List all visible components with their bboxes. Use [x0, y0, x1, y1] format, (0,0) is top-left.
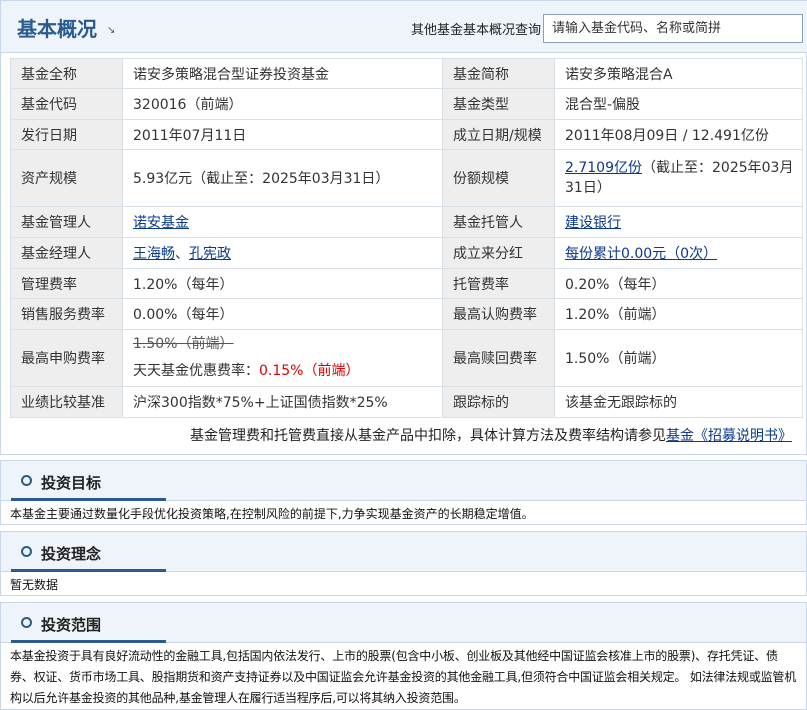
table-row: 最高申购费率 1.50%（前端） 天天基金优惠费率：0.15%（前端） 最高赎回…	[10, 329, 803, 387]
table-row: 基金经理人 王海畅、孔宪政 成立来分红 每份累计0.00元（0次）	[10, 237, 803, 269]
custodian-link[interactable]: 建设银行	[565, 215, 621, 231]
asset-size-value: 5.93亿元（截止至：2025年03月31日）	[122, 149, 443, 207]
fund-manager-link-2[interactable]: 孔宪政	[189, 246, 231, 262]
section-investment-objective: 投资目标 本基金主要通过数量化手段优化投资策略,在控制风险的前提下,力争实现基金…	[0, 460, 807, 525]
section-underline	[11, 640, 166, 643]
sales-fee-label: 销售服务费率	[10, 298, 123, 330]
custody-fee-label: 托管费率	[442, 268, 555, 299]
manager-company-link[interactable]: 诺安基金	[133, 215, 189, 231]
table-row: 基金全称 诺安多策略混合型证券投资基金 基金简称 诺安多策略混合A	[10, 58, 803, 89]
section-investment-philosophy: 投资理念 暂无数据	[0, 531, 807, 596]
panel-header: 基本概况 ↘ 其他基金基本概况查询：	[1, 1, 807, 53]
max-redemption-value: 1.50%（前端）	[554, 329, 803, 387]
manager-company-label: 基金管理人	[10, 206, 123, 238]
circle-bullet-icon	[21, 617, 32, 628]
benchmark-label: 业绩比较基准	[10, 386, 123, 418]
share-size-label: 份额规模	[442, 149, 555, 207]
tracking-value: 该基金无跟踪标的	[554, 386, 803, 418]
establish-label: 成立日期/规模	[442, 119, 555, 150]
short-name-label: 基金简称	[442, 58, 555, 89]
max-purchase-original: 1.50%（前端）	[133, 336, 234, 352]
section-body: 本基金投资于具有良好流动性的金融工具,包括国内依法发行、上市的股票(包含中小板、…	[10, 649, 797, 705]
table-row: 发行日期 2011年07月11日 成立日期/规模 2011年08月09日 / 1…	[10, 119, 803, 150]
share-size-value: 2.7109亿份（截止至：2025年03月31日）	[554, 149, 803, 207]
management-fee-value: 1.20%（每年）	[122, 268, 443, 299]
issue-date-label: 发行日期	[10, 119, 123, 150]
table-row: 业绩比较基准 沪深300指数*75%+上证国债指数*25% 跟踪标的 该基金无跟…	[10, 386, 803, 418]
code-label: 基金代码	[10, 88, 123, 120]
max-subscription-value: 1.20%（前端）	[554, 298, 803, 330]
section-header: 投资范围	[1, 603, 806, 643]
fund-manager-link-1[interactable]: 王海畅	[133, 246, 175, 262]
establish-value: 2011年08月09日 / 12.491亿份	[554, 119, 803, 150]
table-row: 销售服务费率 0.00%（每年） 最高认购费率 1.20%（前端）	[10, 298, 803, 330]
section-underline	[11, 498, 166, 501]
sales-fee-value: 0.00%（每年）	[122, 298, 443, 330]
benchmark-value: 沪深300指数*75%+上证国债指数*25%	[122, 386, 443, 418]
share-size-link[interactable]: 2.7109亿份	[565, 160, 642, 176]
max-purchase-label: 最高申购费率	[10, 329, 123, 387]
tracking-label: 跟踪标的	[442, 386, 555, 418]
circle-bullet-icon	[21, 475, 32, 486]
section-header: 投资理念	[1, 532, 806, 572]
full-name-label: 基金全称	[10, 58, 123, 89]
section-title: 投资目标	[41, 474, 102, 492]
expand-arrow-icon[interactable]: ↘	[107, 25, 115, 36]
fee-note-text: 基金管理费和托管费直接从基金产品中扣除，具体计算方法及费率结构请参见	[190, 428, 666, 444]
discount-rate: 0.15%（前端）	[259, 363, 360, 379]
custody-fee-value: 0.20%（每年）	[554, 268, 803, 299]
max-redemption-label: 最高赎回费率	[442, 329, 555, 387]
custodian-label: 基金托管人	[442, 206, 555, 238]
table-row: 基金代码 320016（前端） 基金类型 混合型-偏股	[10, 88, 803, 120]
custodian-cell: 建设银行	[554, 206, 803, 238]
table-row: 管理费率 1.20%（每年） 托管费率 0.20%（每年）	[10, 268, 803, 299]
section-header: 投资目标	[1, 461, 806, 501]
table-row: 资产规模 5.93亿元（截止至：2025年03月31日） 份额规模 2.7109…	[10, 149, 803, 207]
page-title: 基本概况	[17, 17, 97, 41]
search-label: 其他基金基本概况查询：	[411, 23, 555, 38]
fee-note: 基金管理费和托管费直接从基金产品中扣除，具体计算方法及费率结构请参见基金《招募说…	[190, 425, 792, 445]
section-underline	[11, 569, 166, 572]
fund-search-input[interactable]	[543, 14, 803, 43]
max-subscription-label: 最高认购费率	[442, 298, 555, 330]
fund-info-table: 基金全称 诺安多策略混合型证券投资基金 基金简称 诺安多策略混合A 基金代码 3…	[10, 58, 803, 418]
issue-date-value: 2011年07月11日	[122, 119, 443, 150]
dividend-link[interactable]: 每份累计0.00元（0次）	[565, 246, 717, 262]
manager-company-cell: 诺安基金	[122, 206, 443, 238]
type-value: 混合型-偏股	[554, 88, 803, 120]
section-title: 投资范围	[41, 616, 102, 634]
section-investment-scope: 投资范围 本基金投资于具有良好流动性的金融工具,包括国内依法发行、上市的股票(包…	[0, 602, 807, 710]
management-fee-label: 管理费率	[10, 268, 123, 299]
prospectus-link[interactable]: 基金《招募说明书》	[666, 428, 792, 444]
full-name-value: 诺安多策略混合型证券投资基金	[122, 58, 443, 89]
section-body: 本基金主要通过数量化手段优化投资策略,在控制风险的前提下,力争实现基金资产的长期…	[10, 507, 534, 521]
short-name-value: 诺安多策略混合A	[554, 58, 803, 89]
max-purchase-cell: 1.50%（前端） 天天基金优惠费率：0.15%（前端）	[122, 329, 443, 387]
fund-managers-label: 基金经理人	[10, 237, 123, 269]
table-row: 基金管理人 诺安基金 基金托管人 建设银行	[10, 206, 803, 238]
section-body: 暂无数据	[10, 578, 59, 592]
section-title: 投资理念	[41, 545, 102, 563]
dividend-label: 成立来分红	[442, 237, 555, 269]
code-value: 320016（前端）	[122, 88, 443, 120]
discount-label: 天天基金优惠费率：	[133, 363, 259, 379]
manager-separator: 、	[175, 246, 189, 262]
dividend-cell: 每份累计0.00元（0次）	[554, 237, 803, 269]
circle-bullet-icon	[21, 546, 32, 557]
max-purchase-discount: 天天基金优惠费率：0.15%（前端）	[133, 358, 442, 385]
basic-info-panel: 基本概况 ↘ 其他基金基本概况查询： 基金全称 诺安多策略混合型证券投资基金 基…	[0, 0, 807, 455]
type-label: 基金类型	[442, 88, 555, 120]
fund-managers-cell: 王海畅、孔宪政	[122, 237, 443, 269]
asset-size-label: 资产规模	[10, 149, 123, 207]
